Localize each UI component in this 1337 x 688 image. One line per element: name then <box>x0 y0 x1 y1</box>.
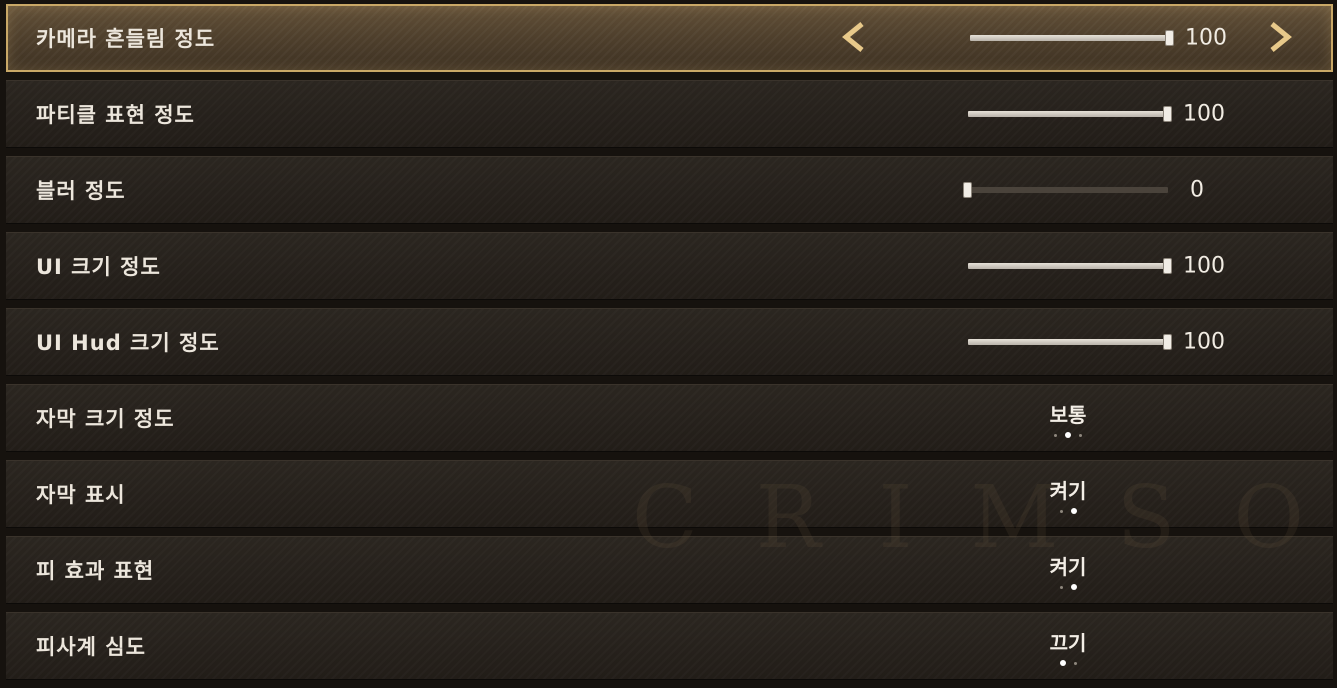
slider-track[interactable] <box>970 30 1174 46</box>
setting-row-subtitle-size[interactable]: 자막 크기 정도 보통 <box>6 384 1333 452</box>
option-dot <box>1073 661 1077 665</box>
option-dot-active <box>1065 432 1071 438</box>
slider-track[interactable] <box>968 334 1172 350</box>
slider-value: 100 <box>1183 329 1225 355</box>
chevron-right-icon[interactable] <box>1268 22 1292 52</box>
setting-row-ui-hud-size[interactable]: UI Hud 크기 정도 100 <box>6 308 1333 376</box>
option-value[interactable]: 켜기 <box>1024 475 1112 504</box>
slider-fill <box>968 339 1168 345</box>
settings-list: 카메라 흔들림 정도 100 파티클 표현 정도 100 블러 정도 0 UI … <box>0 0 1337 688</box>
slider-value: 100 <box>1183 253 1225 279</box>
chevron-left-icon[interactable] <box>842 22 866 52</box>
setting-label: 피사계 심도 <box>36 635 146 659</box>
option-value[interactable]: 켜기 <box>1024 551 1112 580</box>
slider-thumb[interactable] <box>963 182 972 198</box>
option-value[interactable]: 끄기 <box>1024 627 1112 656</box>
option-dot <box>1059 509 1063 513</box>
slider-thumb[interactable] <box>1165 30 1174 46</box>
slider-fill <box>968 263 1168 269</box>
slider-track[interactable] <box>968 106 1172 122</box>
slider-track[interactable] <box>968 258 1172 274</box>
option-dot <box>1079 433 1082 437</box>
option-indicator <box>1024 507 1112 515</box>
setting-label: 블러 정도 <box>36 179 126 203</box>
setting-label: 파티클 표현 정도 <box>36 103 195 127</box>
slider-value: 100 <box>1183 101 1225 127</box>
slider-fill <box>968 111 1168 117</box>
option-indicator <box>1024 583 1112 591</box>
slider-value: 0 <box>1190 177 1204 203</box>
setting-label: UI Hud 크기 정도 <box>36 331 220 355</box>
setting-row-subtitle-display[interactable]: 자막 표시 켜기 <box>6 460 1333 528</box>
setting-label: 카메라 흔들림 정도 <box>36 27 216 51</box>
slider-track[interactable] <box>963 182 1168 198</box>
option-value[interactable]: 보통 <box>1024 399 1112 428</box>
setting-row-blood-effect[interactable]: 피 효과 표현 켜기 <box>6 536 1333 604</box>
setting-label: 자막 크기 정도 <box>36 407 175 431</box>
setting-label: 자막 표시 <box>36 483 126 507</box>
option-dot-active <box>1059 660 1066 666</box>
setting-row-particle[interactable]: 파티클 표현 정도 100 <box>6 80 1333 148</box>
setting-row-blur[interactable]: 블러 정도 0 <box>6 156 1333 224</box>
setting-row-camera-shake[interactable]: 카메라 흔들림 정도 100 <box>6 4 1333 72</box>
slider-value: 100 <box>1185 25 1227 51</box>
slider-thumb[interactable] <box>1163 334 1172 350</box>
slider-thumb[interactable] <box>1163 258 1172 274</box>
option-indicator <box>1024 431 1112 439</box>
slider-thumb[interactable] <box>1163 106 1172 122</box>
option-dot-active <box>1070 584 1077 590</box>
option-dot-active <box>1070 508 1077 514</box>
option-dot <box>1054 433 1057 437</box>
setting-label: 피 효과 표현 <box>36 559 155 583</box>
slider-fill <box>970 35 1170 41</box>
setting-row-ui-size[interactable]: UI 크기 정도 100 <box>6 232 1333 300</box>
option-dot <box>1059 585 1063 589</box>
setting-row-depth-of-field[interactable]: 피사계 심도 끄기 <box>6 612 1333 680</box>
setting-label: UI 크기 정도 <box>36 255 161 279</box>
option-indicator <box>1024 659 1112 667</box>
